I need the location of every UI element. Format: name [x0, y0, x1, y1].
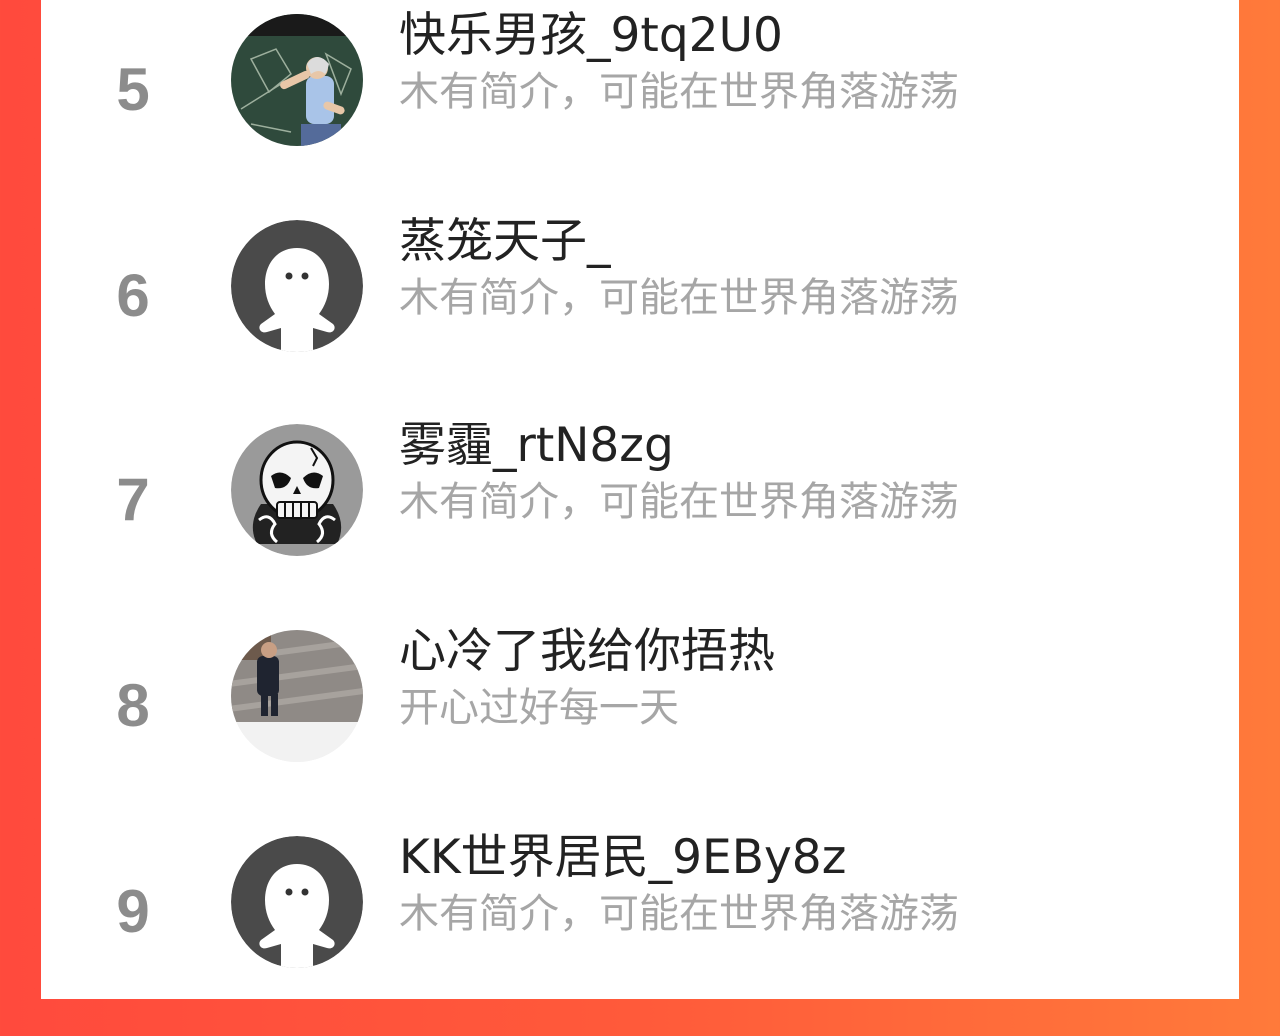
default-ghost-avatar[interactable]: [231, 836, 363, 968]
ranking-row[interactable]: 7 雾霾_rtN8zg 木有简介，可能在世界角落游荡: [41, 418, 1239, 624]
default-ghost-avatar[interactable]: [231, 220, 363, 352]
user-name[interactable]: 快乐男孩_9tq2U0: [399, 8, 783, 64]
ranking-row[interactable]: 6 蒸笼天子_ 木有简介，可能在世界角落游荡: [41, 214, 1239, 420]
rank-number: 9: [116, 878, 150, 945]
ranking-panel: 5 快乐男孩_9tq2U0 木有简介，可能在世界角落游荡 6 蒸笼天子_ 木有简…: [41, 0, 1239, 999]
user-name[interactable]: 蒸笼天子_: [399, 214, 611, 270]
skull-avatar[interactable]: [231, 424, 363, 556]
rank-number: 5: [116, 56, 150, 123]
rank-number: 8: [116, 672, 150, 739]
user-name[interactable]: 雾霾_rtN8zg: [399, 418, 674, 474]
ranking-row[interactable]: 9 KK世界居民_9EBy8z 木有简介，可能在世界角落游荡: [41, 830, 1239, 1036]
user-bio: 木有简介，可能在世界角落游荡: [399, 479, 959, 525]
rank-number: 6: [116, 262, 150, 329]
rank-number: 7: [116, 466, 150, 533]
photo-avatar[interactable]: [231, 630, 363, 762]
user-bio: 木有简介，可能在世界角落游荡: [399, 275, 959, 321]
user-bio: 开心过好每一天: [399, 685, 679, 731]
user-name[interactable]: 心冷了我给你捂热: [399, 624, 775, 680]
ranking-row[interactable]: 5 快乐男孩_9tq2U0 木有简介，可能在世界角落游荡: [41, 8, 1239, 214]
user-name[interactable]: KK世界居民_9EBy8z: [399, 830, 846, 886]
user-bio: 木有简介，可能在世界角落游荡: [399, 891, 959, 937]
user-bio: 木有简介，可能在世界角落游荡: [399, 69, 959, 115]
ranking-row[interactable]: 8 心冷了我给你捂热 开心过好每一天: [41, 624, 1239, 830]
teacher-photo-avatar[interactable]: [231, 14, 363, 146]
